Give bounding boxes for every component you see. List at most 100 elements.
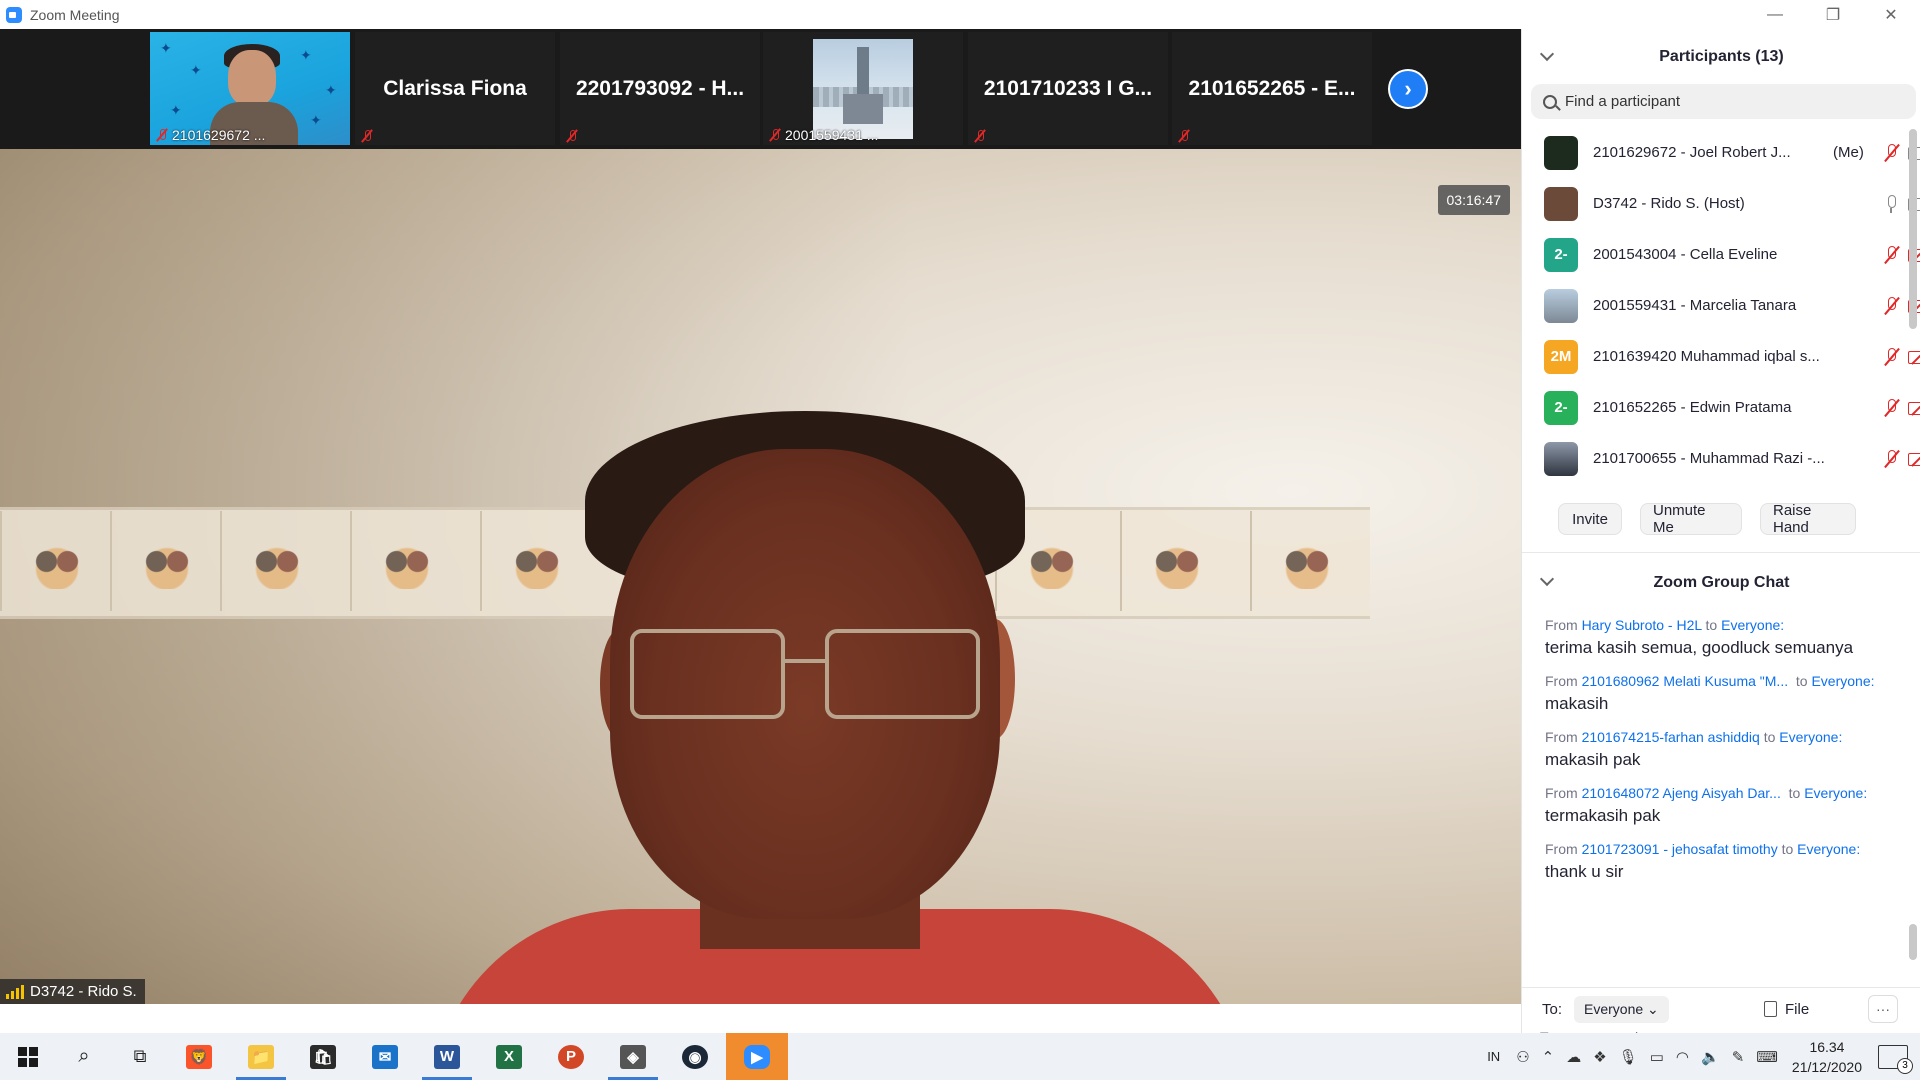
notification-center-button[interactable]: 3 xyxy=(1878,1044,1913,1074)
thumbnail-name: Clarissa Fiona xyxy=(383,77,527,100)
mic-muted-icon[interactable] xyxy=(1883,347,1901,367)
taskbar-app-explorer[interactable]: 📁 xyxy=(230,1033,292,1080)
recipient-link[interactable]: Everyone: xyxy=(1804,785,1867,801)
participant-scrollbar[interactable] xyxy=(1909,129,1917,329)
people-icon[interactable]: ⚇ xyxy=(1516,1048,1529,1066)
cartoon-figure xyxy=(1272,539,1342,589)
muted-mic-icon xyxy=(769,128,781,142)
message-meta: From 2101680962 Melati Kusuma "M... to E… xyxy=(1545,673,1875,689)
language-indicator[interactable]: IN xyxy=(1487,1049,1500,1064)
close-button[interactable]: ✕ xyxy=(1862,0,1920,29)
dropbox-icon[interactable]: ❖ xyxy=(1593,1048,1606,1066)
restore-button[interactable]: ❐ xyxy=(1804,0,1862,29)
chat-message: From Hary Subroto - H2L to Everyone: ter… xyxy=(1545,617,1905,660)
brave-icon: 🦁 xyxy=(186,1044,212,1069)
sender-link[interactable]: 2101723091 - jehosafat timothy xyxy=(1582,841,1778,857)
recipient-link[interactable]: Everyone: xyxy=(1797,841,1860,857)
participant-row[interactable]: 2101629672 - Joel Robert J... (Me) xyxy=(1522,127,1920,178)
recipient-dropdown[interactable]: Everyone ⌄ xyxy=(1574,995,1669,1023)
meeting-area: ✦ ✦ ✦ ✦ ✦ ✦ 2101629672 ... Clarissa Fion… xyxy=(0,29,1521,1004)
mic-muted-icon[interactable] xyxy=(1883,296,1901,316)
sender-link[interactable]: 2101648072 Ajeng Aisyah Dar... xyxy=(1582,785,1781,801)
camera-off-icon[interactable] xyxy=(1908,348,1920,366)
participant-search[interactable] xyxy=(1531,84,1916,119)
taskbar-app-brave[interactable]: 🦁 xyxy=(168,1033,230,1080)
recipient-link[interactable]: Everyone: xyxy=(1721,617,1784,633)
raise-hand-button[interactable]: Raise Hand xyxy=(1760,502,1856,536)
participant-row[interactable]: 2M 2101639420 Muhammad iqbal s... xyxy=(1522,331,1920,382)
participant-row[interactable]: 2101700655 - Muhammad Razi -... xyxy=(1522,433,1920,484)
star-decoration: ✦ xyxy=(170,102,182,118)
mic-muted-icon[interactable] xyxy=(1883,143,1901,163)
video-thumbnail[interactable]: 2201793092 - H... xyxy=(560,32,760,145)
search-input[interactable] xyxy=(1565,93,1885,110)
sender-link[interactable]: Hary Subroto - H2L xyxy=(1582,617,1702,633)
video-thumbnail[interactable]: 2101652265 - E... xyxy=(1172,32,1372,145)
recipient-link[interactable]: Everyone: xyxy=(1811,673,1874,689)
camera-off-icon[interactable] xyxy=(1908,450,1920,468)
file-button[interactable]: File xyxy=(1764,1001,1809,1018)
store-icon: 🛍 xyxy=(310,1044,336,1069)
invite-button[interactable]: Invite xyxy=(1558,503,1622,535)
pen-icon[interactable]: ✎ xyxy=(1732,1048,1745,1066)
battery-icon[interactable]: ▭ xyxy=(1650,1048,1664,1066)
mic-muted-icon[interactable] xyxy=(1883,449,1901,469)
taskbar-app-store[interactable]: 🛍 xyxy=(292,1033,354,1080)
collapse-chevron-icon[interactable] xyxy=(1539,46,1555,62)
recipient-link[interactable]: Everyone: xyxy=(1779,729,1842,745)
sender-link[interactable]: 2101680962 Melati Kusuma "M... xyxy=(1582,673,1789,689)
onedrive-icon[interactable]: ☁ xyxy=(1566,1048,1581,1066)
star-decoration: ✦ xyxy=(310,112,322,128)
avatar xyxy=(1544,186,1578,221)
chat-title: Zoom Group Chat xyxy=(1653,573,1790,591)
mic-muted-icon[interactable] xyxy=(1883,398,1901,418)
participant-row[interactable]: 2- 2101652265 - Edwin Pratama xyxy=(1522,382,1920,433)
avatar: 2- xyxy=(1544,237,1578,272)
keyboard-icon[interactable]: ⌨ xyxy=(1756,1048,1778,1066)
chevron-up-icon[interactable]: ⌃ xyxy=(1542,1048,1555,1066)
thumbnail-name: 2201793092 - H... xyxy=(575,77,745,100)
volume-icon[interactable]: 🔈 xyxy=(1701,1048,1720,1066)
taskbar-app-steam[interactable]: ◉ xyxy=(664,1033,726,1080)
start-button[interactable] xyxy=(0,1033,56,1080)
video-thumbnail[interactable]: ✦ ✦ ✦ ✦ ✦ ✦ 2101629672 ... xyxy=(150,32,350,145)
sender-link[interactable]: 2101674215-farhan ashiddiq xyxy=(1582,729,1760,745)
clock[interactable]: 16.34 21/12/2020 xyxy=(1792,1037,1862,1077)
task-view-button[interactable]: ⧉ xyxy=(112,1033,168,1080)
avatar xyxy=(1544,441,1578,476)
mic-icon[interactable] xyxy=(1883,194,1901,214)
video-thumbnail[interactable]: 2101710233 I G... xyxy=(968,32,1168,145)
collapse-chevron-icon[interactable] xyxy=(1539,571,1555,587)
taskbar-app-zoom[interactable]: ▶ xyxy=(726,1033,788,1080)
taskbar-app-excel[interactable]: X xyxy=(478,1033,540,1080)
video-thumbnail[interactable]: 2001559431 ... xyxy=(763,32,963,145)
wifi-icon[interactable]: ◠ xyxy=(1676,1048,1689,1066)
microphone-icon[interactable]: 🎙 xyxy=(1619,1048,1638,1066)
more-options-button[interactable]: ··· xyxy=(1868,995,1898,1023)
window-title: Zoom Meeting xyxy=(30,6,120,23)
thumbnail-name: 2101710233 I G... xyxy=(983,77,1153,100)
glasses-lens xyxy=(630,629,785,719)
participant-name: 2101639420 Muhammad iqbal s... xyxy=(1593,348,1820,365)
scrollbar-thumb[interactable] xyxy=(1909,924,1917,960)
taskbar-app-word[interactable]: W xyxy=(416,1033,478,1080)
taskbar-app-stack[interactable]: ◈ xyxy=(602,1033,664,1080)
taskbar-app-mail[interactable]: ✉ xyxy=(354,1033,416,1080)
minimize-button[interactable]: — xyxy=(1746,0,1804,29)
active-speaker-label: D3742 - Rido S. xyxy=(0,979,145,1004)
taskbar-app-powerpoint[interactable]: P xyxy=(540,1033,602,1080)
star-decoration: ✦ xyxy=(300,47,312,63)
search-button[interactable]: ⌕ xyxy=(56,1033,112,1080)
camera-off-icon[interactable] xyxy=(1908,399,1920,417)
video-thumbnail[interactable]: Clarissa Fiona xyxy=(355,32,555,145)
message-text: termakasih pak xyxy=(1545,806,1661,825)
next-page-button[interactable]: › xyxy=(1388,69,1428,109)
participant-row[interactable]: D3742 - Rido S. (Host) xyxy=(1522,178,1920,229)
divider xyxy=(1522,987,1920,988)
chat-scrollbar[interactable] xyxy=(1909,614,1917,964)
participant-row[interactable]: 2- 2001543004 - Cella Eveline xyxy=(1522,229,1920,280)
mic-muted-icon[interactable] xyxy=(1883,245,1901,265)
search-icon: ⌕ xyxy=(78,1045,90,1067)
unmute-me-button[interactable]: Unmute Me xyxy=(1640,502,1742,536)
participant-row[interactable]: 2001559431 - Marcelia Tanara xyxy=(1522,280,1920,331)
